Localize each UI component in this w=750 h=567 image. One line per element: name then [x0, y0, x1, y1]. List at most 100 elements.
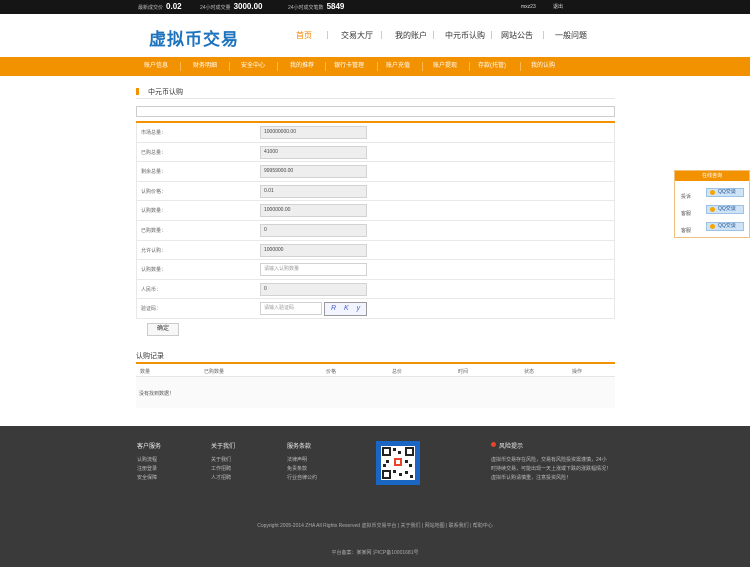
support-label: 客服 — [681, 228, 692, 234]
footer-heading: 服务条款 — [287, 444, 312, 450]
support-label: 客服 — [681, 211, 692, 217]
footer-link[interactable]: 行业自律公约 — [287, 474, 317, 483]
subnav-bank-cards[interactable]: 银行卡管理 — [334, 57, 364, 76]
field-label: 认购数量： — [141, 208, 167, 215]
captcha-input[interactable]: 请输入验证码 — [260, 302, 322, 316]
subnav-divider — [277, 62, 278, 71]
nav-divider — [491, 31, 492, 39]
risk-heading: 风险提示 — [491, 441, 611, 450]
field-label: 人民币： — [141, 286, 162, 293]
field-label: 已购数量： — [141, 227, 167, 234]
subnav-divider — [422, 62, 423, 71]
footer-link[interactable]: 认购流程 — [137, 456, 161, 465]
subnav-divider — [520, 62, 521, 71]
footer-link[interactable]: 关于我们 — [211, 456, 235, 465]
nav-my-account[interactable]: 我的账户 — [395, 30, 427, 41]
qq-chat-button[interactable]: QQ交谈 — [706, 188, 744, 197]
online-support-panel: 在线咨询 投诉 QQ交谈 客服 QQ交谈 客服 QQ交谈 — [674, 170, 750, 238]
rmb-field: 0 — [260, 282, 367, 296]
price-field: 0.01 — [260, 184, 367, 198]
footer-link[interactable]: 注册登录 — [137, 465, 161, 474]
column-header: 时间 — [458, 369, 469, 375]
trade-count-value: 5849 — [326, 2, 345, 11]
form-row-captcha: 验证码： 请输入验证码 R K y — [136, 299, 615, 319]
submit-button[interactable]: 确定 — [147, 323, 179, 336]
quantity-input[interactable]: 请输入认购数量 — [260, 263, 367, 277]
footer-link[interactable]: 工作招聘 — [211, 465, 235, 474]
footer-column-terms: 服务条款 法律声明 免责条款 行业自律公约 — [287, 441, 317, 483]
subscription-form: 市场总量： 100000000.00 已购总量： 41000 剩余总量： 999… — [136, 121, 615, 319]
qq-icon — [710, 207, 715, 212]
subnav-account-info[interactable]: 账户信息 — [144, 57, 168, 76]
qq-chat-button[interactable]: QQ交谈 — [706, 205, 744, 214]
records-table: 数量 已购数量 价格 总价 时间 状态 操作 没有找到数据！ — [136, 362, 615, 408]
subnav-divider — [469, 62, 470, 71]
purchased-field: 0 — [260, 223, 367, 237]
quota-field: 1000000.00 — [260, 204, 367, 218]
field-label: 市场总量： — [141, 130, 167, 136]
nav-announcements[interactable]: 网站公告 — [501, 30, 533, 41]
qr-code-image — [376, 441, 420, 485]
site-footer: 客户服务 认购流程 注册登录 安全保障 关于我们 关于我们 工作招聘 人才招聘 … — [0, 426, 750, 567]
field-label: 验证码： — [141, 306, 162, 313]
qq-icon — [710, 224, 715, 229]
last-price-label: 最新成交价 — [138, 5, 164, 11]
subnav-divider — [377, 62, 378, 71]
footer-column-about: 关于我们 关于我们 工作招聘 人才招聘 — [211, 441, 235, 483]
nav-divider — [327, 31, 328, 39]
account-subnav: 账户信息 财务明细 安全中心 我的推荐 银行卡管理 账户充值 账户提现 存款(托… — [0, 57, 750, 76]
risk-notice: 风险提示 虚拟币交易存在风险，交易有风险投资需谨慎，24小时持续交易，可能出现一… — [491, 441, 611, 483]
footer-heading: 关于我们 — [211, 444, 236, 450]
logout-link[interactable]: 退出 — [553, 0, 563, 14]
last-price-value: 0.02 — [166, 2, 182, 11]
purchased-total-field: 41000 — [260, 145, 367, 159]
site-logo[interactable]: 虚拟币交易 — [149, 25, 239, 50]
footer-column-service: 客户服务 认购流程 注册登录 安全保障 — [137, 441, 161, 483]
nav-home[interactable]: 首页 — [296, 30, 312, 41]
support-label: 投诉 — [681, 194, 692, 200]
subnav-security-center[interactable]: 安全中心 — [241, 57, 265, 76]
footer-link[interactable]: 法律声明 — [287, 456, 317, 465]
nav-faq[interactable]: 一般问题 — [555, 30, 587, 41]
nav-trading-hall[interactable]: 交易大厅 — [341, 30, 373, 41]
subnav-my-subscriptions[interactable]: 我的认购 — [531, 57, 555, 76]
support-panel-title: 在线咨询 — [675, 171, 749, 181]
captcha-image[interactable]: R K y — [324, 302, 367, 317]
qq-chat-label: QQ交谈 — [718, 189, 736, 195]
form-row-allowed: 允许认购： 1000000 — [136, 240, 615, 261]
qr-code-icon — [381, 446, 415, 480]
footer-link[interactable]: 安全保障 — [137, 474, 161, 483]
qq-icon — [710, 190, 715, 195]
nav-subscribe[interactable]: 中元币认购 — [445, 30, 485, 41]
form-row-price: 认购价格： 0.01 — [136, 181, 615, 202]
column-header: 已购数量 — [204, 369, 225, 375]
qq-chat-button[interactable]: QQ交谈 — [706, 222, 744, 231]
field-label: 剩余总量： — [141, 169, 167, 176]
qq-chat-label: QQ交谈 — [718, 206, 736, 212]
field-label: 已购总量： — [141, 149, 167, 156]
username-link[interactable]: mxz23 — [521, 0, 536, 14]
empty-records-message: 没有找到数据！ — [139, 391, 175, 397]
subnav-referrals[interactable]: 我的推荐 — [290, 57, 314, 76]
notice-box — [136, 106, 615, 117]
subnav-divider — [180, 62, 181, 71]
footer-link[interactable]: 免责条款 — [287, 465, 317, 474]
title-divider — [136, 98, 615, 99]
volume-stat: 24小时成交量 3000.00 — [200, 0, 262, 14]
market-total-field: 100000000.00 — [260, 126, 367, 139]
form-row-purchased: 已购数量： 0 — [136, 220, 615, 241]
subnav-deposit[interactable]: 账户充值 — [386, 57, 410, 76]
form-row-market-total: 市场总量： 100000000.00 — [136, 123, 615, 143]
last-price-stat: 最新成交价 0.02 — [138, 0, 182, 14]
trade-count-label: 24小时成交笔数 — [288, 5, 324, 11]
subnav-withdraw[interactable]: 账户提现 — [433, 57, 457, 76]
footer-link[interactable]: 人才招聘 — [211, 474, 235, 483]
subnav-finance-detail[interactable]: 财务明细 — [193, 57, 217, 76]
subnav-divider — [325, 62, 326, 71]
column-header: 价格 — [326, 369, 337, 375]
column-header: 操作 — [572, 369, 583, 375]
subnav-custody[interactable]: 存款(托管) — [478, 57, 506, 76]
allowed-field: 1000000 — [260, 243, 367, 257]
form-row-remaining-total: 剩余总量： 99959000.00 — [136, 162, 615, 182]
volume-label: 24小时成交量 — [200, 5, 231, 11]
